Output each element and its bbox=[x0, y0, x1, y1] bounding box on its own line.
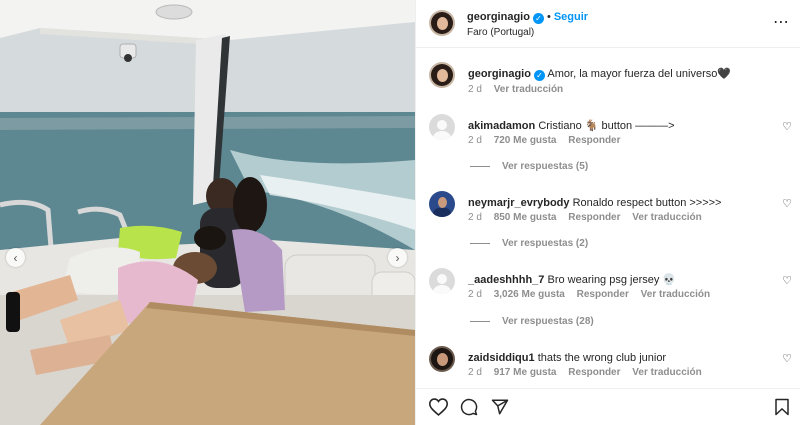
comment-likes-count[interactable]: 3,026 Me gusta bbox=[494, 289, 565, 300]
separator-dot: • bbox=[546, 11, 551, 23]
more-options-icon[interactable]: ⋯ bbox=[773, 12, 789, 32]
comments-list[interactable]: georginagio ✓ Amor, la mayor fuerza del u… bbox=[416, 48, 800, 388]
caption-translate-link[interactable]: Ver traducción bbox=[494, 84, 563, 95]
comment-text: akimadamon Cristiano 🐐 button ———> bbox=[468, 119, 773, 133]
comment-username[interactable]: zaidsiddiqu1 bbox=[468, 352, 535, 364]
chevron-right-icon: › bbox=[395, 250, 400, 265]
caption-row: georginagio ✓ Amor, la mayor fuerza del u… bbox=[416, 62, 800, 112]
comment-meta: 2 d 3,026 Me gusta Responder Ver traducc… bbox=[468, 289, 719, 300]
comment-meta: 2 d 850 Me gusta Responder Ver traducció… bbox=[468, 212, 711, 223]
comment-time: 2 d bbox=[468, 289, 482, 300]
author-username[interactable]: georginagio bbox=[467, 11, 530, 23]
replies-divider-line bbox=[470, 243, 490, 244]
carousel-prev-button[interactable]: ‹ bbox=[6, 248, 25, 267]
comment-username[interactable]: neymarjr_evrybody bbox=[468, 197, 570, 209]
caption-time: 2 d bbox=[468, 84, 482, 95]
comment-text: zaidsiddiqu1 thats the wrong club junior bbox=[468, 351, 773, 365]
comment-reply-button[interactable]: Responder bbox=[568, 212, 620, 223]
comment-row: akimadamon Cristiano 🐐 button ———> ♡ 2 d… bbox=[416, 114, 800, 184]
bookmark-icon[interactable] bbox=[774, 398, 790, 416]
commenter-avatar[interactable] bbox=[429, 191, 455, 217]
view-replies-button[interactable]: Ver respuestas (2) bbox=[470, 238, 588, 249]
view-replies-label: Ver respuestas (28) bbox=[502, 316, 594, 327]
heart-icon[interactable] bbox=[429, 398, 448, 416]
comment-meta: 2 d 720 Me gusta Responder bbox=[468, 135, 630, 146]
comment-translate-link[interactable]: Ver traducción bbox=[632, 212, 701, 223]
comment-time: 2 d bbox=[468, 367, 482, 378]
commenter-avatar[interactable] bbox=[429, 346, 455, 372]
carousel-next-button[interactable]: › bbox=[388, 248, 407, 267]
comment-likes-count[interactable]: 917 Me gusta bbox=[494, 367, 557, 378]
comment-likes-count[interactable]: 720 Me gusta bbox=[494, 135, 557, 146]
yacht-family-photo bbox=[0, 0, 415, 425]
share-icon[interactable] bbox=[491, 398, 509, 416]
replies-divider-line bbox=[470, 321, 490, 322]
comment-row: neymarjr_evrybody Ronaldo respect button… bbox=[416, 191, 800, 261]
replies-divider-line bbox=[470, 166, 490, 167]
view-replies-label: Ver respuestas (5) bbox=[502, 161, 589, 172]
post-location[interactable]: Faro (Portugal) bbox=[467, 27, 534, 38]
comment-translate-link[interactable]: Ver traducción bbox=[641, 289, 710, 300]
comment-icon[interactable] bbox=[460, 398, 478, 416]
verified-badge-icon: ✓ bbox=[532, 13, 544, 24]
comment-row: zaidsiddiqu1 thats the wrong club junior… bbox=[416, 346, 800, 388]
comment-row: _aadeshhhh_7 Bro wearing psg jersey 💀 ♡ … bbox=[416, 268, 800, 338]
caption-text: georginagio ✓ Amor, la mayor fuerza del u… bbox=[468, 67, 773, 81]
commenter-avatar[interactable] bbox=[429, 268, 455, 294]
comment-body: Cristiano 🐐 button ———> bbox=[538, 120, 675, 132]
comment-reply-button[interactable]: Responder bbox=[568, 367, 620, 378]
chevron-left-icon: ‹ bbox=[13, 250, 18, 265]
comment-like-heart-icon[interactable]: ♡ bbox=[782, 274, 792, 287]
comment-time: 2 d bbox=[468, 212, 482, 223]
comment-text: neymarjr_evrybody Ronaldo respect button… bbox=[468, 196, 773, 210]
comment-like-heart-icon[interactable]: ♡ bbox=[782, 120, 792, 133]
comment-reply-button[interactable]: Responder bbox=[577, 289, 629, 300]
comment-username[interactable]: _aadeshhhh_7 bbox=[468, 274, 544, 286]
comment-body: thats the wrong club junior bbox=[537, 352, 667, 364]
author-line: georginagio ✓ • Seguir bbox=[467, 11, 588, 24]
author-avatar[interactable] bbox=[429, 10, 455, 36]
view-replies-button[interactable]: Ver respuestas (5) bbox=[470, 161, 588, 172]
post-side-panel: georginagio ✓ • Seguir Faro (Portugal) ⋯ ge… bbox=[415, 0, 800, 425]
verified-badge-icon: ✓ bbox=[533, 70, 545, 81]
comment-time: 2 d bbox=[468, 135, 482, 146]
comment-translate-link[interactable]: Ver traducción bbox=[632, 367, 701, 378]
commenter-avatar[interactable] bbox=[429, 114, 455, 140]
comment-meta: 2 d 917 Me gusta Responder Ver traducció… bbox=[468, 367, 711, 378]
comment-username[interactable]: akimadamon bbox=[468, 120, 535, 132]
comment-like-heart-icon[interactable]: ♡ bbox=[782, 197, 792, 210]
comment-reply-button[interactable]: Responder bbox=[568, 135, 620, 146]
post-photo[interactable]: ‹ › bbox=[0, 0, 415, 425]
follow-button[interactable]: Seguir bbox=[554, 11, 588, 23]
comment-likes-count[interactable]: 850 Me gusta bbox=[494, 212, 557, 223]
view-replies-button[interactable]: Ver respuestas (28) bbox=[470, 316, 594, 327]
caption-meta: 2 d Ver traducción bbox=[468, 84, 572, 95]
caption-body: Amor, la mayor fuerza del universo🖤 bbox=[547, 68, 732, 80]
comment-body: Ronaldo respect button >>>>> bbox=[572, 197, 722, 209]
view-replies-label: Ver respuestas (2) bbox=[502, 238, 589, 249]
post-action-bar bbox=[416, 388, 800, 425]
comment-like-heart-icon[interactable]: ♡ bbox=[782, 352, 792, 365]
comment-text: _aadeshhhh_7 Bro wearing psg jersey 💀 bbox=[468, 273, 773, 287]
author-avatar[interactable] bbox=[429, 62, 455, 88]
caption-username[interactable]: georginagio bbox=[468, 68, 531, 80]
comment-body: Bro wearing psg jersey 💀 bbox=[547, 274, 677, 286]
post-header: georginagio ✓ • Seguir Faro (Portugal) ⋯ bbox=[416, 0, 800, 48]
